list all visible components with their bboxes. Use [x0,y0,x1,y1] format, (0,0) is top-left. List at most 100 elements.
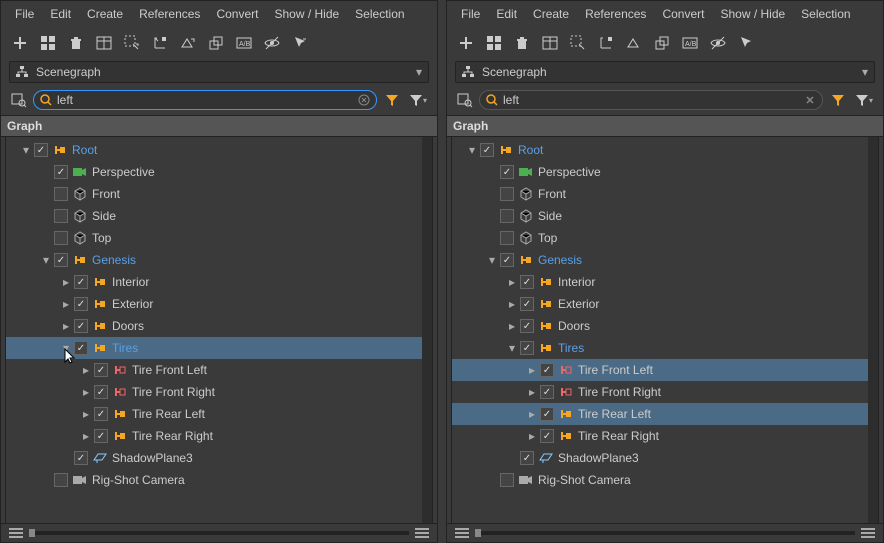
clear-search-icon[interactable] [358,94,370,106]
transform2-icon[interactable] [623,32,645,54]
visibility-checkbox[interactable] [520,451,534,465]
expander-icon[interactable]: ▸ [526,407,538,421]
trash-icon[interactable] [511,32,533,54]
pointer-icon[interactable] [735,32,757,54]
menu-references[interactable]: References [577,4,654,24]
search-input[interactable] [479,90,823,110]
menu-file[interactable]: File [453,4,488,24]
expander-icon[interactable]: ▾ [486,253,498,267]
search-scope-icon[interactable] [455,92,475,108]
scenegraph-combo[interactable]: Scenegraph ▾ [9,61,429,83]
menu-icon[interactable] [861,528,875,538]
visibility-checkbox[interactable] [54,209,68,223]
tree[interactable]: ▾ Root Perspective Front Side To [6,137,422,523]
add-icon[interactable] [455,32,477,54]
transform2-icon[interactable] [177,32,199,54]
menu-icon[interactable] [455,528,469,538]
visibility-checkbox[interactable] [54,473,68,487]
tree-row[interactable]: ▸ Doors [452,315,868,337]
transform3-icon[interactable] [651,32,673,54]
tree-row-genesis[interactable]: ▾ Genesis [6,249,422,271]
eye-off-icon[interactable] [261,32,283,54]
tree-row[interactable]: ▸ Doors [6,315,422,337]
expander-icon[interactable]: ▸ [60,297,72,311]
table-icon[interactable] [539,32,561,54]
visibility-checkbox[interactable] [520,297,534,311]
tree-row[interactable]: ▸ Tire Front Right [6,381,422,403]
visibility-checkbox[interactable] [94,363,108,377]
expander-icon[interactable]: ▾ [40,253,52,267]
add-icon[interactable] [9,32,31,54]
scrollbar[interactable] [868,137,878,523]
visibility-checkbox[interactable] [74,451,88,465]
visibility-checkbox[interactable] [540,429,554,443]
visibility-checkbox[interactable] [500,231,514,245]
visibility-checkbox[interactable] [520,341,534,355]
visibility-checkbox[interactable] [74,297,88,311]
search-field[interactable] [500,93,804,107]
expander-icon[interactable]: ▸ [80,363,92,377]
tree-row[interactable]: ▸ Exterior [452,293,868,315]
tree-row-tires[interactable]: ▾ Tires [6,337,422,359]
expander-icon[interactable]: ▾ [506,341,518,355]
tree-row[interactable]: ShadowPlane3 [452,447,868,469]
visibility-checkbox[interactable] [520,319,534,333]
visibility-checkbox[interactable] [94,385,108,399]
visibility-checkbox[interactable] [94,429,108,443]
visibility-checkbox[interactable] [500,165,514,179]
expander-icon[interactable]: ▾ [20,143,32,157]
visibility-checkbox[interactable] [74,319,88,333]
expander-icon[interactable]: ▾ [466,143,478,157]
expander-icon[interactable]: ▸ [526,429,538,443]
visibility-checkbox[interactable] [480,143,494,157]
tree-row[interactable]: ▸ Exterior [6,293,422,315]
expander-icon[interactable]: ▸ [526,385,538,399]
visibility-checkbox[interactable] [500,253,514,267]
tree-row[interactable]: ▸ Interior [6,271,422,293]
scrollbar[interactable] [422,137,432,523]
menu-edit[interactable]: Edit [488,4,525,24]
visibility-checkbox[interactable] [34,143,48,157]
visibility-checkbox[interactable] [74,275,88,289]
tree-row-root[interactable]: ▾ Root [6,139,422,161]
tree-row[interactable]: ▸ Tire Rear Left [6,403,422,425]
ab-icon[interactable]: A/B [233,32,255,54]
visibility-checkbox[interactable] [500,209,514,223]
tree-row[interactable]: ShadowPlane3 [6,447,422,469]
menu-selection[interactable]: Selection [793,4,858,24]
tree-row[interactable]: ▸ Tire Rear Right [6,425,422,447]
scenegraph-combo[interactable]: Scenegraph ▾ [455,61,875,83]
tree-row[interactable]: ▸ Interior [452,271,868,293]
visibility-checkbox[interactable] [94,407,108,421]
search-scope-icon[interactable] [9,92,29,108]
select-icon[interactable] [121,32,143,54]
table-icon[interactable] [93,32,115,54]
tree-row[interactable]: Front [6,183,422,205]
transform1-icon[interactable] [149,32,171,54]
expander-icon[interactable]: ▸ [80,385,92,399]
visibility-checkbox[interactable] [540,407,554,421]
clear-search-icon[interactable] [804,94,816,106]
expander-icon[interactable]: ▸ [506,297,518,311]
transform1-icon[interactable] [595,32,617,54]
search-input[interactable] [33,90,377,110]
trash-icon[interactable] [65,32,87,54]
menu-showhide[interactable]: Show / Hide [712,4,793,24]
tree-row[interactable]: ▸ Tire Front Right [452,381,868,403]
filter-icon[interactable]: ▾ [407,89,429,111]
tree-row-match[interactable]: ▸ Tire Rear Left [452,403,868,425]
ab-icon[interactable]: A/B [679,32,701,54]
h-scrollbar[interactable] [475,531,855,535]
tree-row[interactable]: ▸ Tire Rear Right [452,425,868,447]
tree-row[interactable]: Top [6,227,422,249]
visibility-checkbox[interactable] [54,165,68,179]
menu-references[interactable]: References [131,4,208,24]
tree-row[interactable]: Rig-Shot Camera [452,469,868,491]
expander-icon[interactable]: ▸ [506,319,518,333]
expander-icon[interactable]: ▸ [60,275,72,289]
visibility-checkbox[interactable] [540,363,554,377]
menu-edit[interactable]: Edit [42,4,79,24]
tree-row[interactable]: Side [452,205,868,227]
menu-convert[interactable]: Convert [654,4,712,24]
menu-icon[interactable] [415,528,429,538]
